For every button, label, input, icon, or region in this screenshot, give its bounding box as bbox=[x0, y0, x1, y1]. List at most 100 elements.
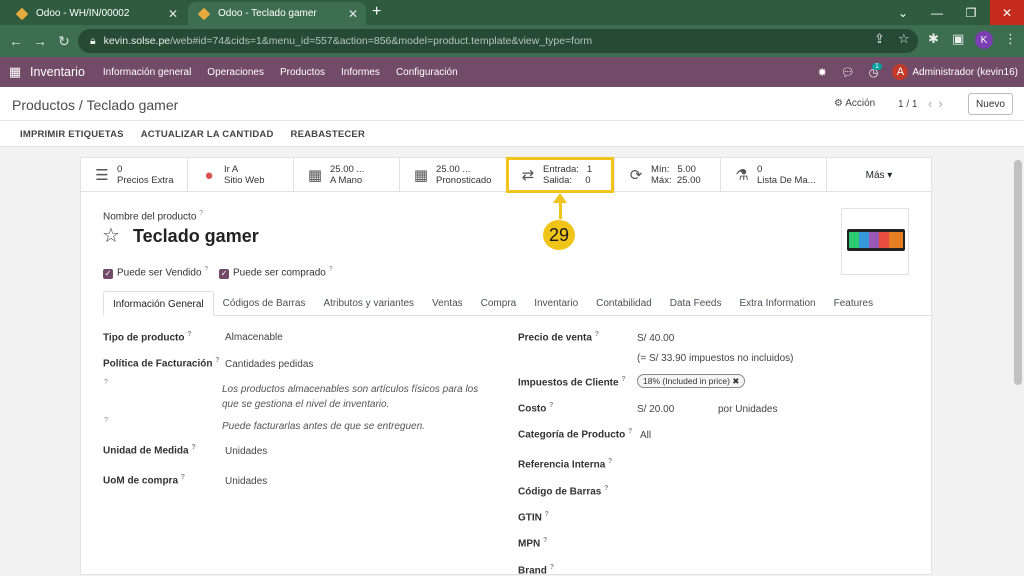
stat-label: Lista De Ma... bbox=[757, 175, 816, 186]
browser-menu-icon[interactable]: ⋮ bbox=[1004, 31, 1017, 47]
stat-label: Precios Extra bbox=[117, 175, 174, 186]
stat-value: 25.00 ... bbox=[436, 164, 471, 175]
new-button[interactable]: Nuevo bbox=[968, 93, 1013, 115]
debug-bug-icon[interactable]: ✸ bbox=[818, 66, 827, 79]
help-tooltip-icon[interactable]: ? bbox=[104, 417, 108, 429]
back-icon[interactable]: ← bbox=[4, 33, 28, 49]
stat-bom[interactable]: ⚗ 0 Lista De Ma... bbox=[721, 158, 827, 192]
stat-on-hand[interactable]: ▦ 25.00 ... A Mano bbox=[294, 158, 400, 192]
breadcrumb[interactable]: Productos / Teclado gamer bbox=[12, 97, 178, 113]
invoice-help-text: Puede facturarlas antes de que se entreg… bbox=[222, 421, 425, 432]
stat-value: Ir A bbox=[224, 164, 239, 175]
tab-contabilidad[interactable]: Contabilidad bbox=[587, 291, 661, 316]
browser-tab-product[interactable]: Odoo - Teclado gamer ✕ bbox=[188, 2, 366, 25]
menu-informacion-general[interactable]: Información general bbox=[103, 67, 191, 78]
menu-productos[interactable]: Productos bbox=[280, 67, 325, 78]
cubes-icon: ▦ bbox=[307, 167, 323, 184]
customer-tax-tag[interactable]: 18% (Included in price) ✖ bbox=[637, 374, 746, 388]
new-tab-button[interactable]: + bbox=[372, 3, 381, 21]
pager-value[interactable]: 1 / 1 bbox=[898, 99, 917, 110]
can-be-sold-checkbox[interactable]: ✓ Puede ser Vendido ? bbox=[103, 266, 208, 280]
reload-icon[interactable]: ↻ bbox=[52, 33, 76, 50]
menu-informes[interactable]: Informes bbox=[341, 67, 380, 78]
product-type-field[interactable]: Almacenable bbox=[225, 332, 283, 343]
stat-label: Máx: 25.00 bbox=[651, 175, 701, 186]
url-host: kevin.solse.pe bbox=[103, 35, 171, 47]
user-avatar[interactable]: A bbox=[892, 64, 909, 80]
tab-extra-information[interactable]: Extra Information bbox=[730, 291, 824, 316]
uom-label: Unidad de Medida ? bbox=[103, 444, 196, 457]
internal-reference-label: Referencia Interna ? bbox=[518, 458, 613, 471]
more-button[interactable]: Más ▾ bbox=[827, 158, 931, 192]
invoice-policy-field[interactable]: Cantidades pedidas bbox=[225, 359, 313, 370]
product-type-label: Tipo de producto ? bbox=[103, 331, 192, 344]
replenish-button[interactable]: REABASTECER bbox=[291, 129, 366, 140]
print-labels-button[interactable]: IMPRIMIR ETIQUETAS bbox=[20, 129, 124, 140]
tab-informacion-general[interactable]: Información General bbox=[103, 291, 214, 316]
flask-icon: ⚗ bbox=[735, 167, 749, 184]
profile-avatar[interactable]: K bbox=[975, 31, 993, 49]
chat-icon[interactable]: 💬︎ bbox=[841, 66, 855, 79]
action-label: Acción bbox=[845, 98, 876, 109]
chevron-left-icon[interactable]: ‹ bbox=[928, 96, 938, 111]
cubes-forecast-icon: ▦ bbox=[413, 167, 429, 184]
sale-price-field[interactable]: S/ 40.00 bbox=[637, 333, 674, 344]
stat-label: Pronosticado bbox=[436, 175, 492, 186]
stat-label: Sitio Web bbox=[224, 175, 265, 186]
user-name[interactable]: Administrador (kevin16) bbox=[912, 67, 1018, 78]
extensions-icon[interactable]: ✱ bbox=[928, 31, 939, 47]
menu-configuracion[interactable]: Configuración bbox=[396, 67, 458, 78]
address-bar[interactable]: 🔒︎ kevin.solse.pe/web#id=74&cids=1&menu_… bbox=[78, 29, 918, 53]
action-buttons-bar: IMPRIMIR ETIQUETAS ACTUALIZAR LA CANTIDA… bbox=[0, 120, 1024, 147]
tab-search-icon[interactable]: ⌄ bbox=[886, 0, 920, 25]
gear-icon: ⚙ bbox=[834, 98, 846, 109]
cost-field[interactable]: S/ 20.00 bbox=[637, 404, 674, 415]
checkbox-checked-icon[interactable]: ✓ bbox=[219, 269, 229, 280]
cost-unit: por Unidades bbox=[718, 404, 778, 415]
stat-go-website[interactable]: ● Ir A Sitio Web bbox=[188, 158, 294, 192]
purchase-uom-field[interactable]: Unidades bbox=[225, 476, 267, 487]
menu-operaciones[interactable]: Operaciones bbox=[207, 67, 264, 78]
product-category-label: Categoría de Producto ? bbox=[518, 428, 633, 441]
share-icon[interactable]: ⇪ bbox=[874, 31, 885, 47]
side-panel-icon[interactable]: ▣ bbox=[952, 31, 964, 47]
checkbox-checked-icon[interactable]: ✓ bbox=[103, 269, 113, 280]
minimize-icon[interactable]: — bbox=[920, 0, 954, 25]
uom-field[interactable]: Unidades bbox=[225, 446, 267, 457]
help-tooltip-icon[interactable]: ? bbox=[104, 379, 108, 391]
restore-icon[interactable]: ❐ bbox=[954, 0, 988, 25]
customer-taxes-label: Impuestos de Cliente ? bbox=[518, 376, 626, 389]
chevron-right-icon[interactable]: › bbox=[938, 96, 948, 111]
close-tab-icon[interactable]: ✕ bbox=[168, 7, 178, 21]
product-category-field[interactable]: All bbox=[640, 430, 651, 441]
action-menu-button[interactable]: ⚙ Acción bbox=[834, 98, 875, 109]
can-be-purchased-checkbox[interactable]: ✓ Puede ser comprado ? bbox=[219, 266, 333, 280]
forward-icon[interactable]: → bbox=[28, 33, 52, 49]
favorite-star-icon[interactable]: ☆ bbox=[102, 223, 120, 248]
sale-price-label: Precio de venta ? bbox=[518, 331, 599, 344]
tab-ventas[interactable]: Ventas bbox=[423, 291, 472, 316]
bookmark-star-icon[interactable]: ☆ bbox=[898, 31, 910, 47]
invoice-policy-label: Política de Facturación ? bbox=[103, 357, 220, 370]
pager-arrows[interactable]: ‹› bbox=[928, 96, 949, 111]
tab-data-feeds[interactable]: Data Feeds bbox=[661, 291, 731, 316]
stat-min-max[interactable]: ⟳ Mín: 5.00 Máx: 25.00 bbox=[615, 158, 721, 192]
stat-forecasted[interactable]: ▦ 25.00 ... Pronosticado bbox=[400, 158, 507, 192]
tab-inventario[interactable]: Inventario bbox=[525, 291, 587, 316]
app-name[interactable]: Inventario bbox=[30, 65, 85, 79]
tab-codigos-de-barras[interactable]: Códigos de Barras bbox=[214, 291, 315, 316]
tab-features[interactable]: Features bbox=[825, 291, 882, 316]
close-tab-icon[interactable]: ✕ bbox=[348, 7, 358, 21]
tab-compra[interactable]: Compra bbox=[472, 291, 526, 316]
apps-grid-icon[interactable]: ▦ bbox=[0, 64, 30, 80]
window-close-icon[interactable]: ✕ bbox=[990, 0, 1024, 25]
product-name[interactable]: Teclado gamer bbox=[133, 226, 259, 247]
update-quantity-button[interactable]: ACTUALIZAR LA CANTIDAD bbox=[141, 129, 274, 140]
browser-tab-receipt[interactable]: Odoo - WH/IN/00002 ✕ bbox=[6, 2, 186, 25]
tab-atributos-variantes[interactable]: Atributos y variantes bbox=[314, 291, 423, 316]
product-image[interactable] bbox=[841, 208, 909, 275]
odoo-favicon-icon bbox=[15, 7, 29, 20]
page-scrollbar-thumb[interactable] bbox=[1014, 160, 1022, 385]
stat-extra-prices[interactable]: ☰ 0 Precios Extra bbox=[81, 158, 188, 192]
keyboard-image bbox=[847, 229, 905, 251]
